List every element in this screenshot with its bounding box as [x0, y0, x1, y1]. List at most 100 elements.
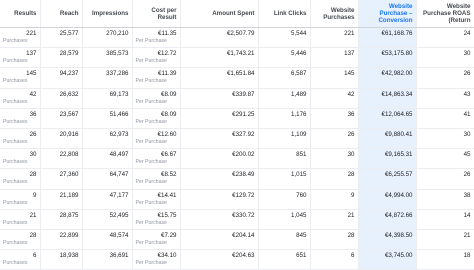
column-header-cost-per-result[interactable]: Cost per Result — [132, 0, 181, 28]
cell-sub-label: Purchases — [3, 78, 28, 85]
cell-roas: 21 — [416, 229, 474, 251]
cell-conv: €53,175.80 — [358, 47, 417, 69]
cell-value: 21 — [347, 211, 355, 219]
cell-results: 30 Purchases — [0, 148, 41, 170]
cell-wp: 6 — [310, 249, 359, 270]
cell-roas: 45 — [416, 148, 474, 170]
cell-value: 25,577 — [59, 30, 79, 37]
cell-value: 145 — [344, 70, 355, 78]
cell-conv: €12,064.65 — [358, 108, 417, 129]
ads-results-table: Results Reach Impressions Cost per Resul… — [0, 0, 474, 270]
cell-value: 42 — [347, 90, 355, 98]
table-row[interactable]: 137 Purchases 28,579 385,573 €12.72 Per Purch… — [0, 47, 474, 69]
table-row[interactable]: 221 Purchases 25,577 270,210 €11.35 Per Purch… — [0, 27, 474, 49]
cell-value: 21 — [29, 211, 37, 219]
cell-clicks: 1,176 — [258, 108, 311, 129]
table-body: 221 Purchases 25,577 270,210 €11.35 Per Purch… — [0, 27, 474, 270]
cell-value: 26 — [29, 130, 37, 138]
cell-value: €7.29 — [161, 231, 177, 239]
cell-value: €330.72 — [232, 211, 255, 219]
cell-sub-label: Purchases — [3, 159, 28, 166]
cell-sub-label: Purchases — [3, 199, 28, 206]
cell-value: 20,916 — [59, 130, 79, 138]
cell-value: 6 — [351, 252, 355, 260]
cell-conv: €4,872.66 — [358, 209, 417, 230]
cell-wp: 36 — [310, 108, 359, 129]
cell-reach: 23,567 — [40, 108, 83, 129]
cell-sub-label: Per Purchase — [135, 98, 167, 105]
cell-reach: 26,632 — [40, 88, 83, 109]
table-row[interactable]: 6 Purchases 18,938 36,691 €34.10 Per Purchase… — [0, 249, 474, 270]
cell-value: 385,573 — [106, 50, 129, 58]
column-header-purchase-roas[interactable]: Website Purchase ROAS (Return — [416, 0, 474, 28]
cell-value: 9 — [33, 191, 37, 199]
cell-wp: 28 — [310, 229, 359, 251]
cell-sub-label: Purchases — [3, 118, 28, 125]
column-header-website-purchases[interactable]: Website Purchases — [310, 0, 359, 28]
cell-value: 30 — [463, 50, 471, 58]
cell-value: €12,064.65 — [381, 110, 413, 118]
table-row[interactable]: 145 Purchases 94,237 337,286 €11.39 Per Purch… — [0, 67, 474, 89]
cell-value: 28,579 — [59, 50, 79, 58]
cell-value: 18 — [463, 252, 471, 260]
cell-value: €14,863.34 — [381, 90, 413, 98]
cell-conv: €4,994.00 — [358, 189, 417, 210]
table-row[interactable]: 28 Purchases 22,899 48,574 €7.29 Per Purchase… — [0, 229, 474, 251]
cell-roas: 30 — [416, 47, 474, 69]
column-header-impressions[interactable]: Impressions — [82, 0, 133, 28]
cell-cost: €12.72 Per Purchase — [132, 47, 181, 69]
cell-value: €53,175.80 — [381, 50, 413, 58]
cell-sub-label: Per Purchase — [135, 199, 167, 206]
table-row[interactable]: 9 Purchases 21,189 47,177 €14.41 Per Purchase… — [0, 189, 474, 210]
cell-value: 28 — [29, 231, 37, 239]
column-header-amount-spent[interactable]: Amount Spent — [180, 0, 259, 28]
cell-value: €291.25 — [232, 110, 255, 118]
cell-sub-label: Per Purchase — [135, 58, 167, 65]
cell-reach: 22,899 — [40, 229, 83, 251]
column-header-purchase-conversion[interactable]: Website Purchase – Conversion — [358, 0, 417, 28]
cell-value: €8.09 — [161, 90, 177, 98]
cell-reach: 28,875 — [40, 209, 83, 230]
cell-value: €9,880.41 — [384, 130, 413, 138]
cell-impressions: 48,574 — [82, 229, 133, 251]
table-row[interactable]: 26 Purchases 20,916 62,973 €12.60 Per Purchas… — [0, 128, 474, 150]
cell-value: 26 — [347, 130, 355, 138]
table-row[interactable]: 28 Purchases 27,360 64,747 €8.52 Per Purchase… — [0, 168, 474, 190]
table-row[interactable]: 30 Purchases 22,808 48,497 €6.67 Per Purchase… — [0, 148, 474, 170]
cell-value: 26 — [463, 70, 471, 78]
cell-value: 270,210 — [106, 30, 129, 37]
cell-value: €6.67 — [161, 151, 177, 159]
column-header-reach[interactable]: Reach — [40, 0, 83, 28]
cell-impressions: 64,747 — [82, 168, 133, 190]
cell-impressions: 385,573 — [82, 47, 133, 69]
cell-sub-label: Per Purchase — [135, 159, 167, 166]
cell-sub-label: Purchases — [3, 219, 28, 226]
cell-sub-label: Per Purchase — [135, 38, 167, 44]
table-row[interactable]: 36 Purchases 23,567 51,466 €8.09 Per Purchase… — [0, 108, 474, 129]
cell-sub-label: Per Purchase — [135, 260, 167, 267]
cell-spent: €238.49 — [180, 168, 259, 190]
cell-sub-label: Purchases — [3, 58, 28, 65]
table-row[interactable]: 21 Purchases 28,875 52,495 €15.75 Per Purchas… — [0, 209, 474, 230]
cell-value: 145 — [26, 70, 37, 78]
cell-clicks: 5,544 — [258, 27, 311, 49]
table-row[interactable]: 42 Purchases 26,632 69,173 €8.09 Per Purchase… — [0, 88, 474, 109]
cell-value: €2,507.79 — [226, 30, 255, 37]
column-header-link-clicks[interactable]: Link Clicks — [258, 0, 311, 28]
column-header-results[interactable]: Results — [0, 0, 41, 28]
cell-value: 43 — [463, 90, 471, 98]
cell-cost: €12.60 Per Purchase — [132, 128, 181, 150]
cell-value: €8.09 — [161, 110, 177, 118]
cell-wp: 21 — [310, 209, 359, 230]
cell-value: 48,497 — [109, 151, 129, 159]
cell-impressions: 48,497 — [82, 148, 133, 170]
cell-wp: 145 — [310, 67, 359, 89]
cell-clicks: 651 — [258, 249, 311, 270]
cell-roas: 14 — [416, 209, 474, 230]
cell-roas: 26 — [416, 67, 474, 89]
cell-sub-label: Purchases — [3, 179, 28, 186]
cell-reach: 20,916 — [40, 128, 83, 150]
cell-value: 21 — [463, 231, 471, 239]
cell-conv: €14,863.34 — [358, 88, 417, 109]
cell-results: 28 Purchases — [0, 168, 41, 190]
